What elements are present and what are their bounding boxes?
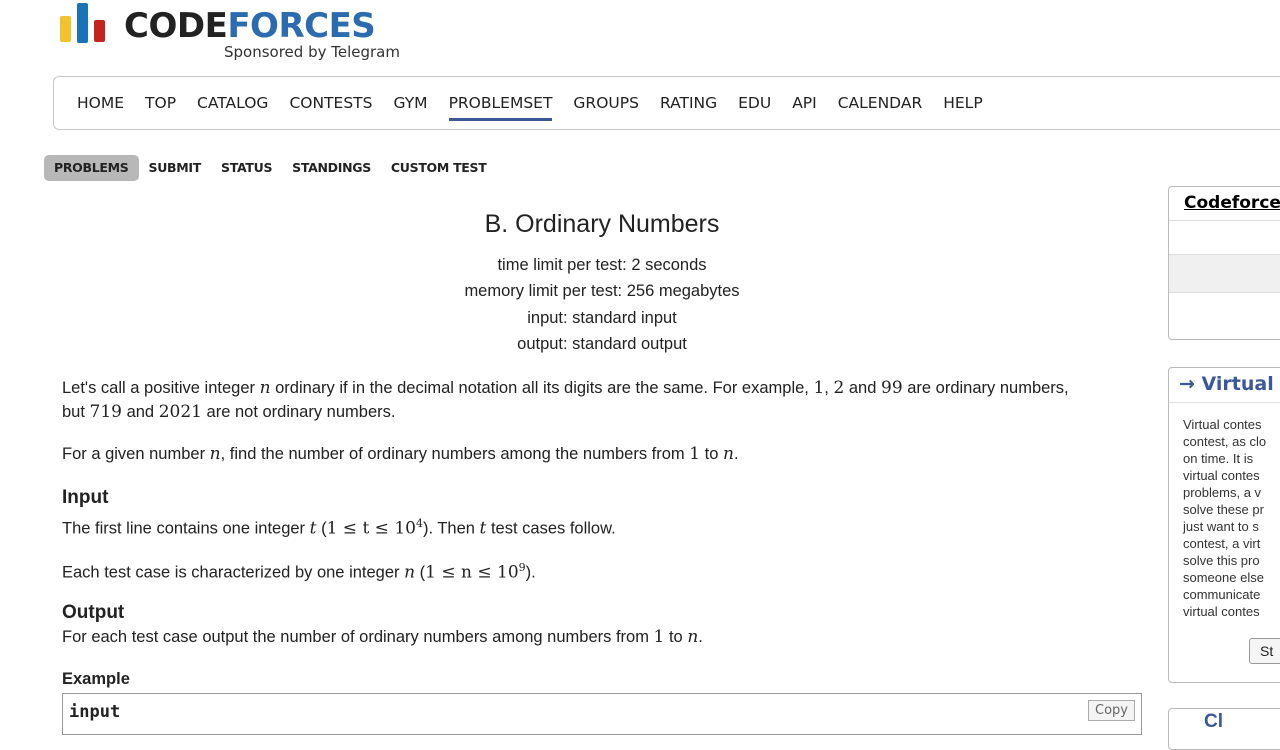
sidebar-row xyxy=(1169,220,1280,255)
codeforces-logo[interactable]: CODEFORCES Sponsored by Telegram xyxy=(58,0,418,70)
menu-groups[interactable]: GROUPS xyxy=(573,92,639,114)
main-menu: HOME TOP CATALOG CONTESTS GYM PROBLEMSET… xyxy=(53,76,1280,130)
logo-bar-red xyxy=(94,20,105,42)
copy-button[interactable]: Copy xyxy=(1088,700,1135,721)
logo-sponsor-text: Sponsored by Telegram xyxy=(224,43,400,61)
tab-custom-test[interactable]: CUSTOM TEST xyxy=(381,155,497,181)
problem-title: B. Ordinary Numbers xyxy=(484,210,720,238)
input-paragraph-2: Each test case is characterized by one i… xyxy=(62,561,536,583)
menu-api[interactable]: API xyxy=(792,92,817,114)
sidebar-codeforces-box: Codeforces xyxy=(1168,186,1280,340)
logo-bar-blue xyxy=(77,3,88,43)
statement-paragraph-1: Let's call a positive integer n ordinary… xyxy=(62,378,1069,422)
menu-edu[interactable]: EDU xyxy=(738,92,771,114)
tab-standings[interactable]: STANDINGS xyxy=(282,155,381,181)
sidebar-third-title: Cl xyxy=(1204,711,1223,732)
sidebar-virtual-box: → Virtual Virtual contes contest, as clo… xyxy=(1168,367,1280,683)
tab-problems[interactable]: PROBLEMS xyxy=(44,155,139,181)
logo-bar-yellow xyxy=(60,16,71,42)
sidebar-row xyxy=(1169,292,1280,339)
input-paragraph-1: The first line contains one integer t (1… xyxy=(62,517,616,539)
menu-calendar[interactable]: CALENDAR xyxy=(838,92,923,114)
start-virtual-contest-button[interactable]: St xyxy=(1249,638,1280,664)
menu-help[interactable]: HELP xyxy=(943,92,982,114)
sidebar-virtual-description: Virtual contes contest, as clo on time. … xyxy=(1183,417,1267,619)
output-type: output: standard output xyxy=(517,335,687,353)
sample-input-label: input xyxy=(69,702,121,722)
menu-home[interactable]: HOME xyxy=(77,92,124,114)
menu-gym[interactable]: GYM xyxy=(393,92,427,114)
sidebar-row xyxy=(1169,254,1280,293)
output-paragraph: For each test case output the number of … xyxy=(62,627,703,647)
second-level-menu: PROBLEMS SUBMIT STATUS STANDINGS CUSTOM … xyxy=(44,155,496,181)
logo-wordmark: CODEFORCES xyxy=(124,6,376,46)
memory-limit: memory limit per test: 256 megabytes xyxy=(464,282,740,300)
tab-submit[interactable]: SUBMIT xyxy=(139,155,212,181)
input-type: input: standard input xyxy=(527,309,677,327)
statement-paragraph-2: For a given number n, find the number of… xyxy=(62,444,739,464)
input-section-title: Input xyxy=(62,487,109,508)
sidebar-virtual-title: → Virtual xyxy=(1179,373,1274,395)
tab-status[interactable]: STATUS xyxy=(211,155,282,181)
menu-problemset[interactable]: PROBLEMSET xyxy=(448,92,552,121)
menu-top[interactable]: TOP xyxy=(145,92,176,114)
sidebar-third-box: Cl xyxy=(1168,708,1280,750)
menu-contests[interactable]: CONTESTS xyxy=(289,92,372,114)
sidebar-codeforces-link[interactable]: Codeforces xyxy=(1184,193,1280,213)
output-section-title: Output xyxy=(62,602,125,623)
menu-rating[interactable]: RATING xyxy=(660,92,717,114)
time-limit: time limit per test: 2 seconds xyxy=(497,256,707,274)
sample-test-box: input Copy xyxy=(62,693,1142,735)
menu-catalog[interactable]: CATALOG xyxy=(197,92,268,114)
example-title: Example xyxy=(62,670,130,688)
